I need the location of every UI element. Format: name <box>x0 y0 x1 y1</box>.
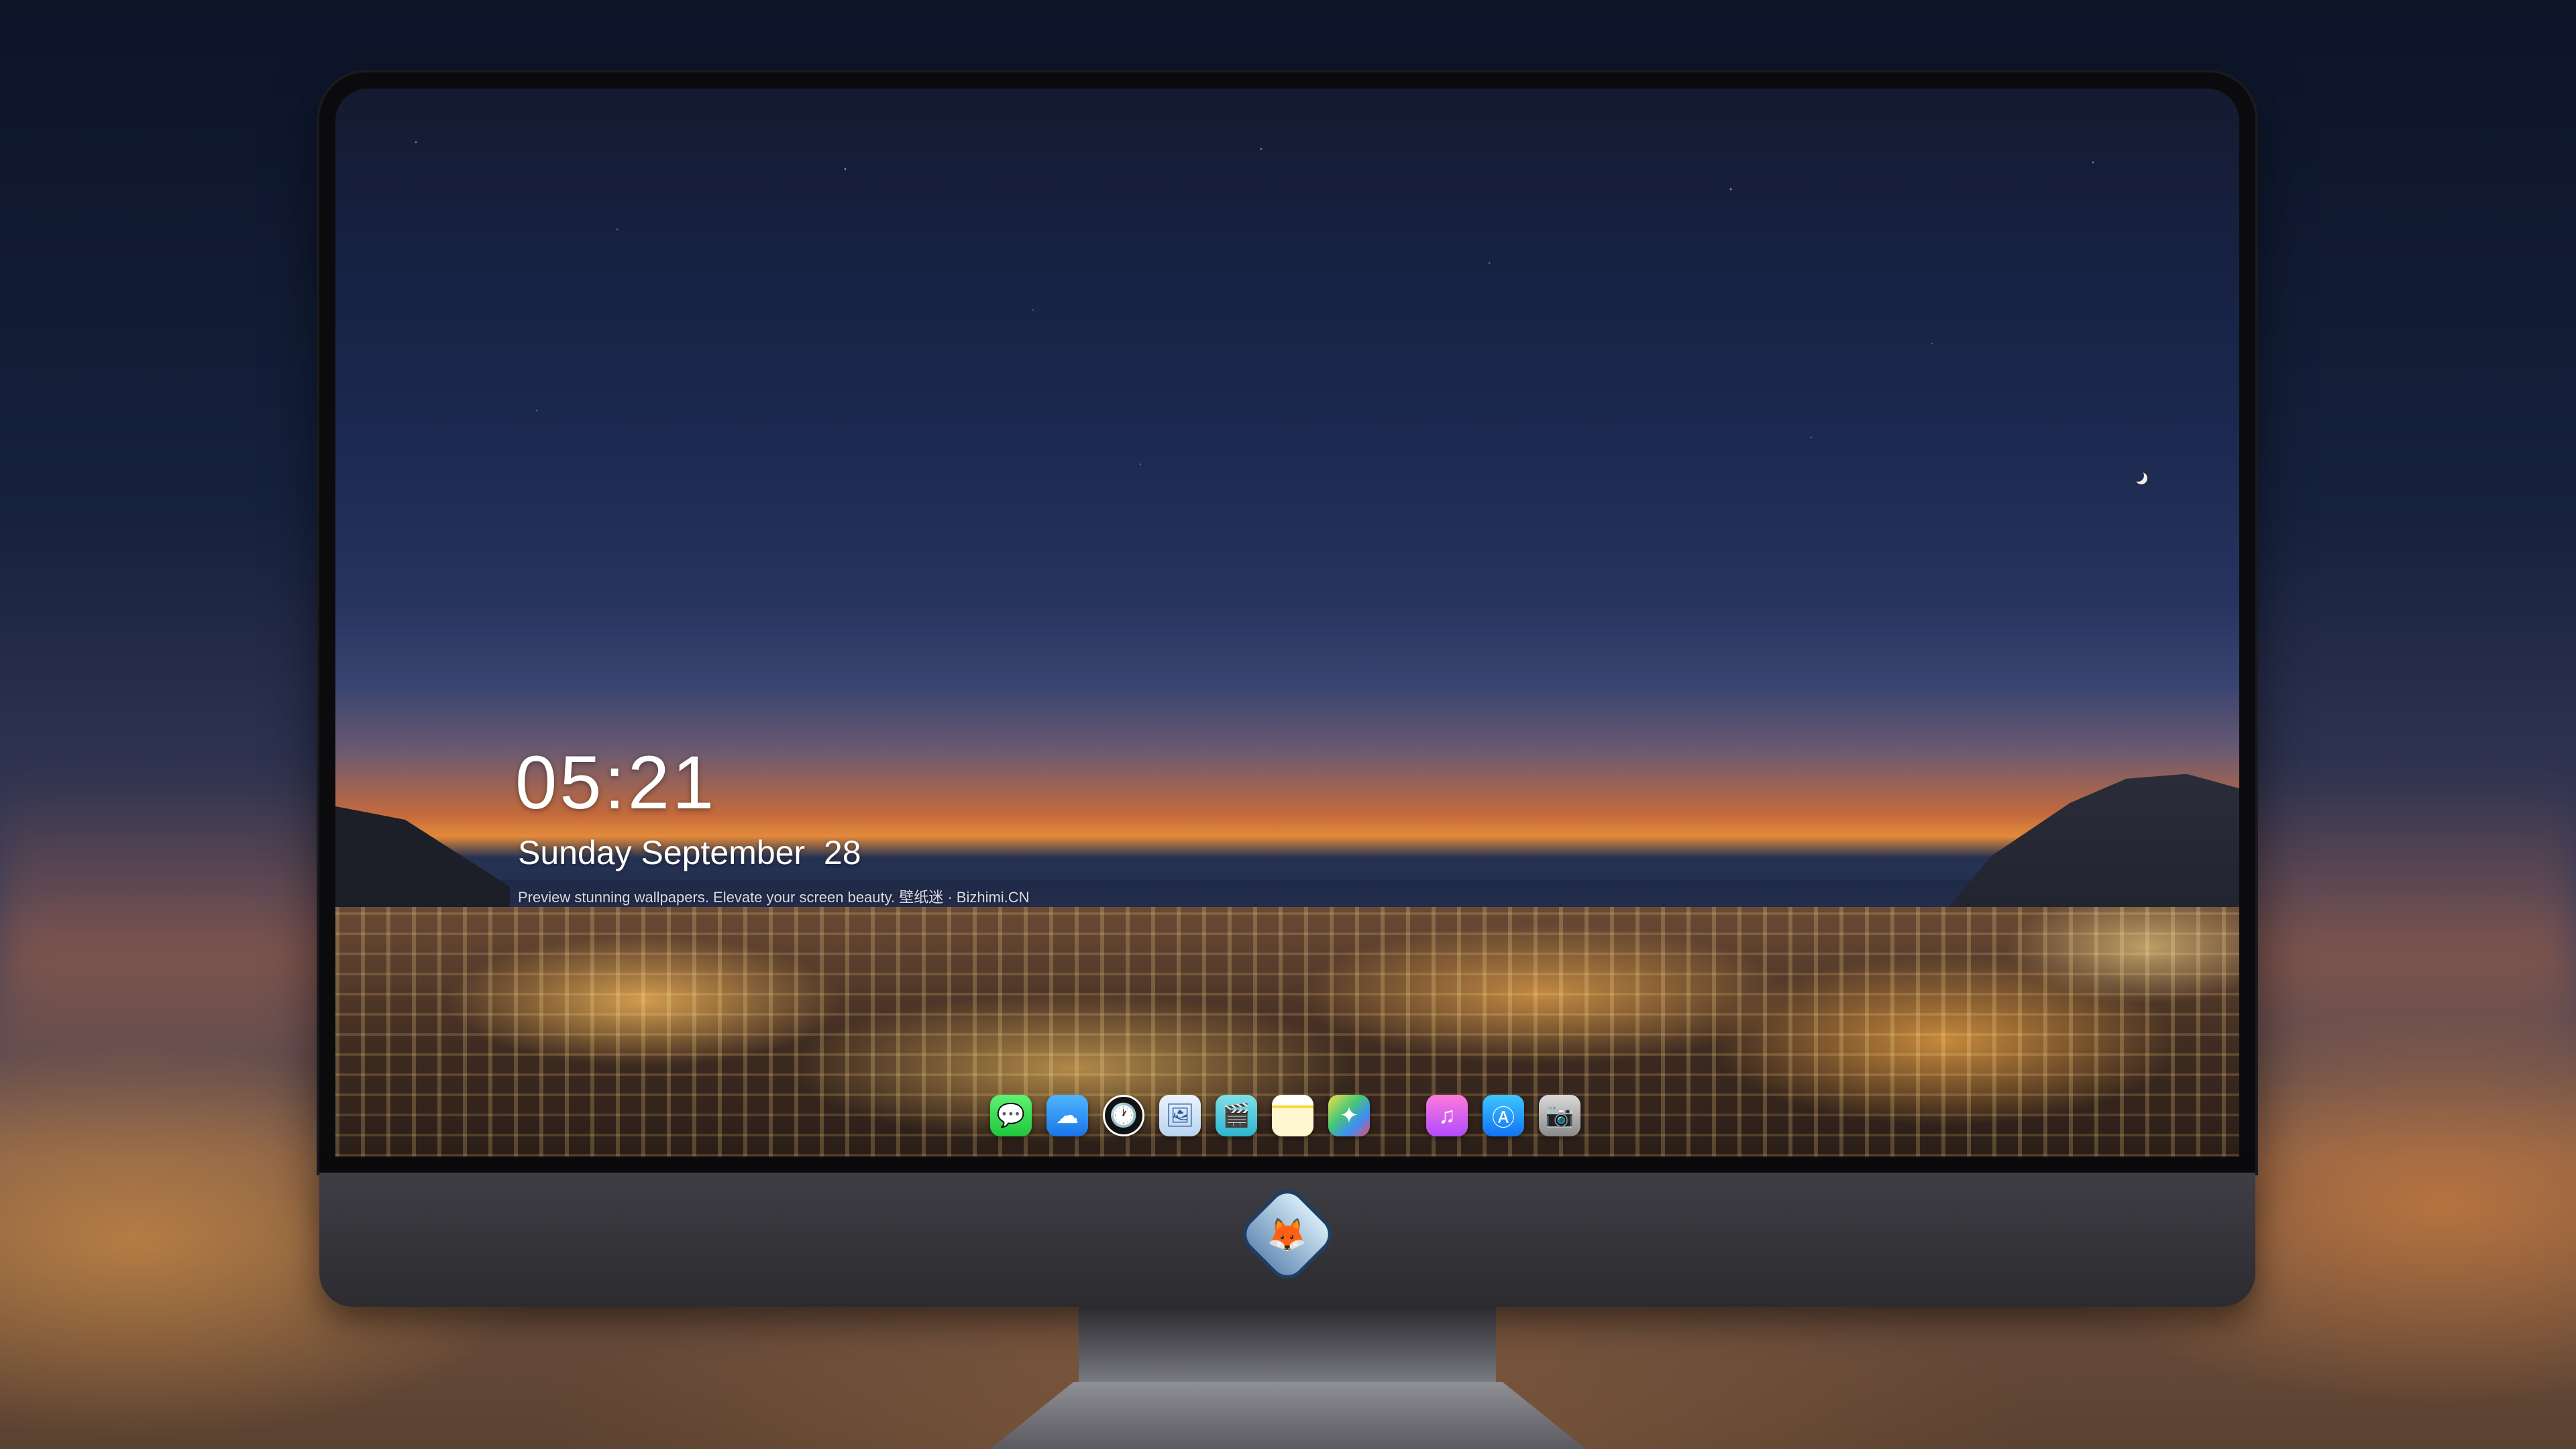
lock-screen: 05:21 Sunday September 28 Preview stunni… <box>335 89 2239 1157</box>
notes-icon[interactable] <box>1272 1095 1313 1136</box>
moon-icon <box>2132 470 2144 482</box>
camera-icon[interactable]: 📷 <box>1539 1095 1580 1136</box>
clock-icon[interactable]: 🕐 <box>1103 1095 1144 1136</box>
monitor-chin: 🦊 <box>319 1173 2255 1307</box>
monitor-stand-foot <box>990 1382 1586 1449</box>
lock-screen-date: Sunday September 28 <box>518 833 861 872</box>
date-day: Sunday <box>518 834 632 871</box>
photos-icon[interactable]: ✦ <box>1328 1095 1370 1136</box>
messages-icon[interactable]: 💬 <box>990 1095 1032 1136</box>
preview-icon[interactable]: 🖼 <box>1159 1095 1201 1136</box>
lock-screen-clock: 05:21 <box>515 741 717 824</box>
fox-mascot-logo-icon: 🦊 <box>1240 1187 1335 1282</box>
starry-sky <box>335 89 2239 730</box>
weather-icon[interactable]: ☁ <box>1046 1095 1088 1136</box>
date-month: September <box>641 834 806 871</box>
monitor-bezel: 05:21 Sunday September 28 Preview stunni… <box>319 72 2255 1173</box>
app-store-icon[interactable]: Ⓐ <box>1483 1095 1524 1136</box>
date-number: 28 <box>823 834 861 871</box>
desktop-background: 05:21 Sunday September 28 Preview stunni… <box>0 0 2576 1449</box>
music-icon[interactable]: ♫ <box>1426 1095 1468 1136</box>
wallpaper-caption: Preview stunning wallpapers. Elevate you… <box>518 889 1030 906</box>
clips-icon[interactable]: 🎬 <box>1216 1095 1257 1136</box>
dock: 💬 ☁ 🕐 🖼 🎬 ✦ ♫ Ⓐ 📷 <box>990 1095 1580 1136</box>
